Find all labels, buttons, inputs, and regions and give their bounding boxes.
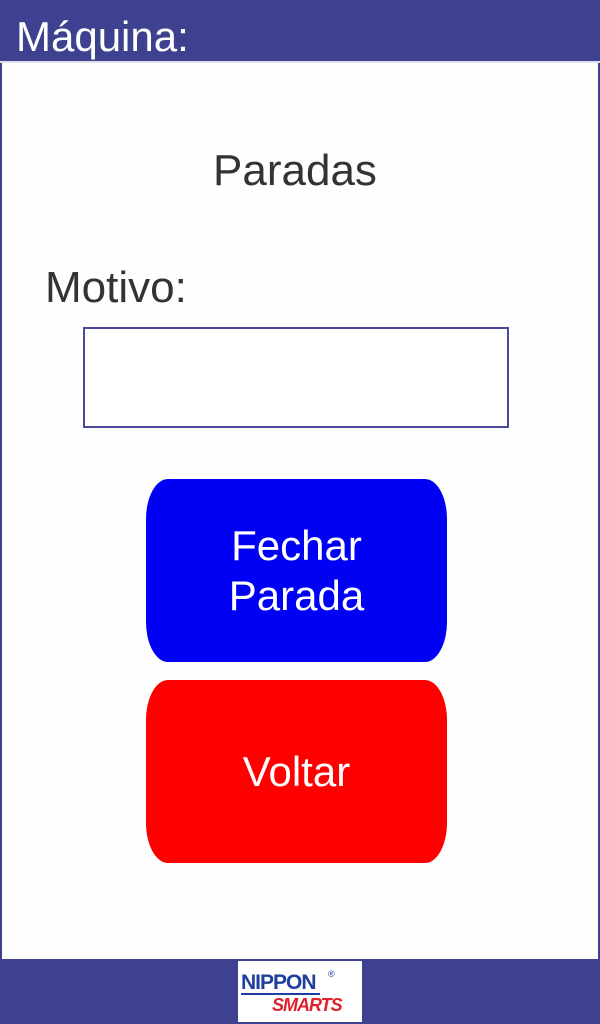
app-screen: Máquina: Paradas Motivo: Fechar Parada V… <box>0 0 600 1024</box>
fechar-parada-label: Fechar Parada <box>228 521 365 619</box>
fechar-parada-button[interactable]: Fechar Parada <box>146 479 447 662</box>
machine-title: Máquina: <box>16 13 189 60</box>
svg-text:NIPPON: NIPPON <box>241 971 316 994</box>
page-title: Paradas <box>213 146 377 195</box>
motivo-input[interactable] <box>83 327 509 428</box>
left-border <box>0 63 2 959</box>
nippon-smarts-logo-graphic: NIPPON ® SMARTS <box>238 961 362 1022</box>
nippon-smarts-logo: NIPPON ® SMARTS <box>238 961 362 1022</box>
footer-bar: NIPPON ® SMARTS <box>0 959 600 1024</box>
svg-text:®: ® <box>328 969 335 979</box>
voltar-label: Voltar <box>242 747 351 795</box>
header-bar: Máquina: <box>0 0 600 63</box>
svg-text:SMARTS: SMARTS <box>272 995 343 1015</box>
motivo-label: Motivo: <box>45 263 187 312</box>
voltar-button[interactable]: Voltar <box>146 680 447 863</box>
